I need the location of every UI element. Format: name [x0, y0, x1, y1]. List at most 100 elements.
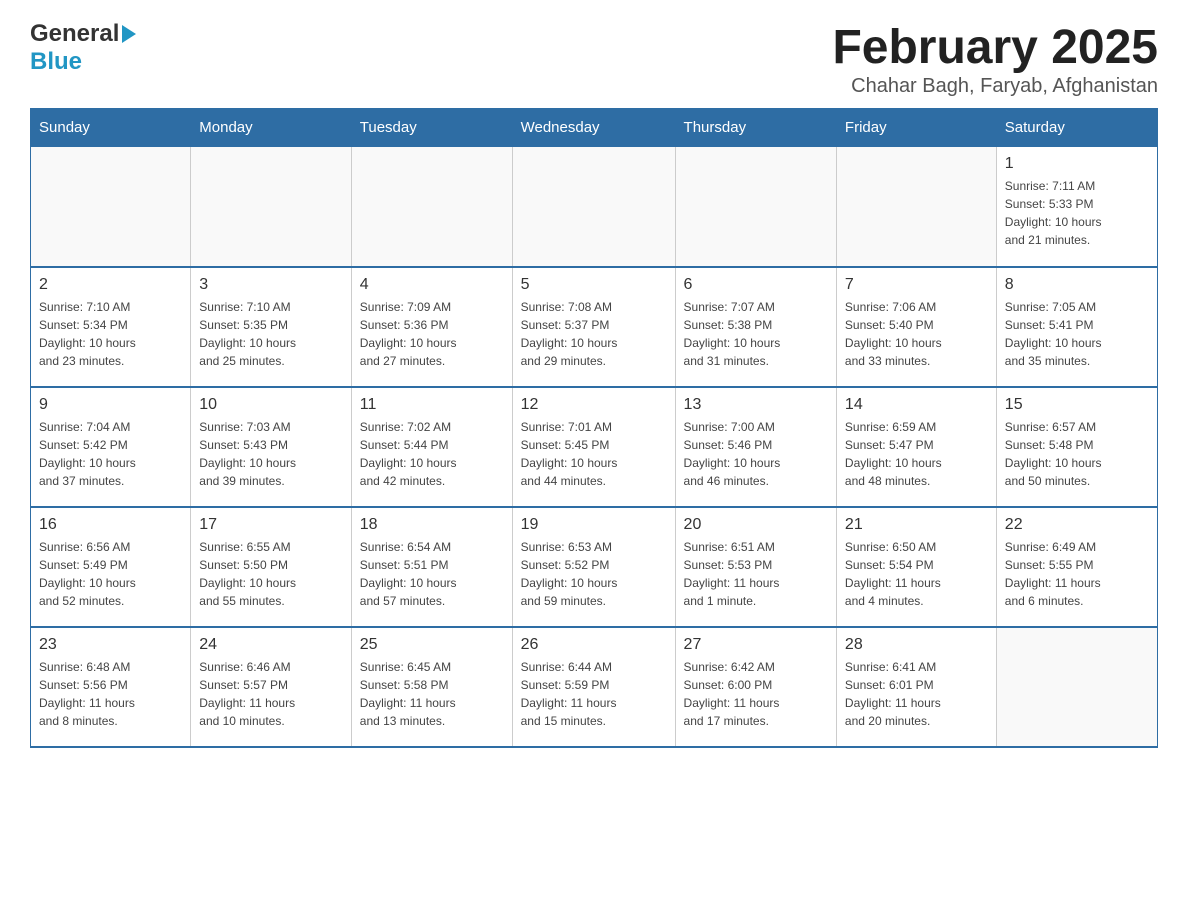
day-info: Sunrise: 7:03 AMSunset: 5:43 PMDaylight:…: [199, 418, 343, 490]
day-info: Sunrise: 6:49 AMSunset: 5:55 PMDaylight:…: [1005, 538, 1149, 610]
calendar-week-row: 16 Sunrise: 6:56 AMSunset: 5:49 PMDayligh…: [31, 507, 1158, 627]
calendar-cell: 7 Sunrise: 7:06 AMSunset: 5:40 PMDaylight…: [836, 267, 996, 387]
day-of-week-header: Sunday: [31, 109, 191, 147]
day-info: Sunrise: 7:10 AMSunset: 5:34 PMDaylight:…: [39, 298, 182, 370]
day-info: Sunrise: 6:57 AMSunset: 5:48 PMDaylight:…: [1005, 418, 1149, 490]
calendar-cell: 28Sunrise: 6:41 AMSunset: 6:01 PMDayligh…: [836, 627, 996, 747]
day-info: Sunrise: 7:08 AMSunset: 5:37 PMDaylight:…: [521, 298, 667, 370]
day-info: Sunrise: 6:54 AMSunset: 5:51 PMDaylight:…: [360, 538, 504, 610]
day-info: Sunrise: 6:44 AMSunset: 5:59 PMDaylight:…: [521, 658, 667, 730]
calendar-cell: 19 Sunrise: 6:53 AMSunset: 5:52 PMDayligh…: [512, 507, 675, 627]
day-info: Sunrise: 6:53 AMSunset: 5:52 PMDaylight:…: [521, 538, 667, 610]
day-number: 23: [39, 636, 182, 654]
logo-general-text: General: [30, 20, 119, 48]
logo: General Blue: [30, 20, 136, 76]
calendar-cell: 21 Sunrise: 6:50 AMSunset: 5:54 PMDayligh…: [836, 507, 996, 627]
calendar-cell: 20Sunrise: 6:51 AMSunset: 5:53 PMDayligh…: [675, 507, 836, 627]
day-number: 5: [521, 276, 667, 294]
day-number: 21: [845, 516, 988, 534]
calendar-cell: 26 Sunrise: 6:44 AMSunset: 5:59 PMDayligh…: [512, 627, 675, 747]
calendar-title: February 2025: [832, 20, 1158, 75]
day-number: 18: [360, 516, 504, 534]
calendar-week-row: 2 Sunrise: 7:10 AMSunset: 5:34 PMDaylight…: [31, 267, 1158, 387]
day-info: Sunrise: 6:59 AMSunset: 5:47 PMDaylight:…: [845, 418, 988, 490]
calendar-body: 1 Sunrise: 7:11 AMSunset: 5:33 PMDaylight…: [31, 147, 1158, 747]
calendar-cell: 11Sunrise: 7:02 AMSunset: 5:44 PMDayligh…: [351, 387, 512, 507]
calendar-cell: [31, 147, 191, 267]
calendar-cell: 1 Sunrise: 7:11 AMSunset: 5:33 PMDaylight…: [996, 147, 1157, 267]
day-info: Sunrise: 6:41 AMSunset: 6:01 PMDaylight:…: [845, 658, 988, 730]
day-number: 22: [1005, 516, 1149, 534]
day-number: 24: [199, 636, 343, 654]
day-info: Sunrise: 6:42 AMSunset: 6:00 PMDaylight:…: [684, 658, 828, 730]
title-area: February 2025 Chahar Bagh, Faryab, Afgha…: [832, 20, 1158, 98]
day-info: Sunrise: 7:02 AMSunset: 5:44 PMDaylight:…: [360, 418, 504, 490]
calendar-cell: 4 Sunrise: 7:09 AMSunset: 5:36 PMDaylight…: [351, 267, 512, 387]
calendar-cell: [996, 627, 1157, 747]
day-info: Sunrise: 7:09 AMSunset: 5:36 PMDaylight:…: [360, 298, 504, 370]
day-info: Sunrise: 7:11 AMSunset: 5:33 PMDaylight:…: [1005, 177, 1149, 249]
day-info: Sunrise: 6:45 AMSunset: 5:58 PMDaylight:…: [360, 658, 504, 730]
day-number: 19: [521, 516, 667, 534]
calendar-cell: 9Sunrise: 7:04 AMSunset: 5:42 PMDaylight…: [31, 387, 191, 507]
day-of-week-header: Saturday: [996, 109, 1157, 147]
calendar-header: SundayMondayTuesdayWednesdayThursdayFrid…: [31, 109, 1158, 147]
calendar-cell: 6 Sunrise: 7:07 AMSunset: 5:38 PMDaylight…: [675, 267, 836, 387]
calendar-table: SundayMondayTuesdayWednesdayThursdayFrid…: [30, 108, 1158, 748]
day-info: Sunrise: 7:07 AMSunset: 5:38 PMDaylight:…: [684, 298, 828, 370]
day-info: Sunrise: 7:00 AMSunset: 5:46 PMDaylight:…: [684, 418, 828, 490]
day-info: Sunrise: 6:46 AMSunset: 5:57 PMDaylight:…: [199, 658, 343, 730]
day-info: Sunrise: 6:50 AMSunset: 5:54 PMDaylight:…: [845, 538, 988, 610]
calendar-cell: 12 Sunrise: 7:01 AMSunset: 5:45 PMDayligh…: [512, 387, 675, 507]
day-number: 17: [199, 516, 343, 534]
calendar-cell: 14Sunrise: 6:59 AMSunset: 5:47 PMDayligh…: [836, 387, 996, 507]
calendar-cell: [512, 147, 675, 267]
day-number: 16: [39, 516, 182, 534]
day-number: 7: [845, 276, 988, 294]
calendar-cell: 25 Sunrise: 6:45 AMSunset: 5:58 PMDayligh…: [351, 627, 512, 747]
day-info: Sunrise: 6:56 AMSunset: 5:49 PMDaylight:…: [39, 538, 182, 610]
calendar-cell: 13 Sunrise: 7:00 AMSunset: 5:46 PMDayligh…: [675, 387, 836, 507]
day-info: Sunrise: 7:01 AMSunset: 5:45 PMDaylight:…: [521, 418, 667, 490]
day-info: Sunrise: 6:48 AMSunset: 5:56 PMDaylight:…: [39, 658, 182, 730]
calendar-cell: [675, 147, 836, 267]
calendar-cell: 22 Sunrise: 6:49 AMSunset: 5:55 PMDayligh…: [996, 507, 1157, 627]
day-number: 12: [521, 396, 667, 414]
day-number: 8: [1005, 276, 1149, 294]
day-of-week-header: Tuesday: [351, 109, 512, 147]
day-number: 25: [360, 636, 504, 654]
calendar-cell: 23 Sunrise: 6:48 AMSunset: 5:56 PMDayligh…: [31, 627, 191, 747]
calendar-cell: [351, 147, 512, 267]
calendar-cell: 2 Sunrise: 7:10 AMSunset: 5:34 PMDaylight…: [31, 267, 191, 387]
day-info: Sunrise: 6:51 AMSunset: 5:53 PMDaylight:…: [684, 538, 828, 610]
day-number: 1: [1005, 155, 1149, 173]
day-number: 13: [684, 396, 828, 414]
day-info: Sunrise: 7:06 AMSunset: 5:40 PMDaylight:…: [845, 298, 988, 370]
day-number: 6: [684, 276, 828, 294]
day-info: Sunrise: 7:10 AMSunset: 5:35 PMDaylight:…: [199, 298, 343, 370]
calendar-cell: 16 Sunrise: 6:56 AMSunset: 5:49 PMDayligh…: [31, 507, 191, 627]
page-header: General Blue February 2025 Chahar Bagh, …: [30, 20, 1158, 98]
day-of-week-header: Friday: [836, 109, 996, 147]
day-of-week-header: Wednesday: [512, 109, 675, 147]
day-of-week-header: Thursday: [675, 109, 836, 147]
calendar-cell: 17 Sunrise: 6:55 AMSunset: 5:50 PMDayligh…: [191, 507, 352, 627]
day-info: Sunrise: 6:55 AMSunset: 5:50 PMDaylight:…: [199, 538, 343, 610]
logo-blue-text: Blue: [30, 48, 82, 76]
calendar-week-row: 23 Sunrise: 6:48 AMSunset: 5:56 PMDayligh…: [31, 627, 1158, 747]
calendar-cell: 5 Sunrise: 7:08 AMSunset: 5:37 PMDaylight…: [512, 267, 675, 387]
day-number: 4: [360, 276, 504, 294]
day-number: 10: [199, 396, 343, 414]
calendar-cell: 10 Sunrise: 7:03 AMSunset: 5:43 PMDayligh…: [191, 387, 352, 507]
calendar-subtitle: Chahar Bagh, Faryab, Afghanistan: [832, 75, 1158, 98]
calendar-cell: 24 Sunrise: 6:46 AMSunset: 5:57 PMDayligh…: [191, 627, 352, 747]
day-number: 2: [39, 276, 182, 294]
day-info: Sunrise: 7:05 AMSunset: 5:41 PMDaylight:…: [1005, 298, 1149, 370]
calendar-cell: [836, 147, 996, 267]
calendar-cell: [191, 147, 352, 267]
day-number: 26: [521, 636, 667, 654]
calendar-cell: 18 Sunrise: 6:54 AMSunset: 5:51 PMDayligh…: [351, 507, 512, 627]
calendar-week-row: 9Sunrise: 7:04 AMSunset: 5:42 PMDaylight…: [31, 387, 1158, 507]
calendar-week-row: 1 Sunrise: 7:11 AMSunset: 5:33 PMDaylight…: [31, 147, 1158, 267]
day-number: 9: [39, 396, 182, 414]
